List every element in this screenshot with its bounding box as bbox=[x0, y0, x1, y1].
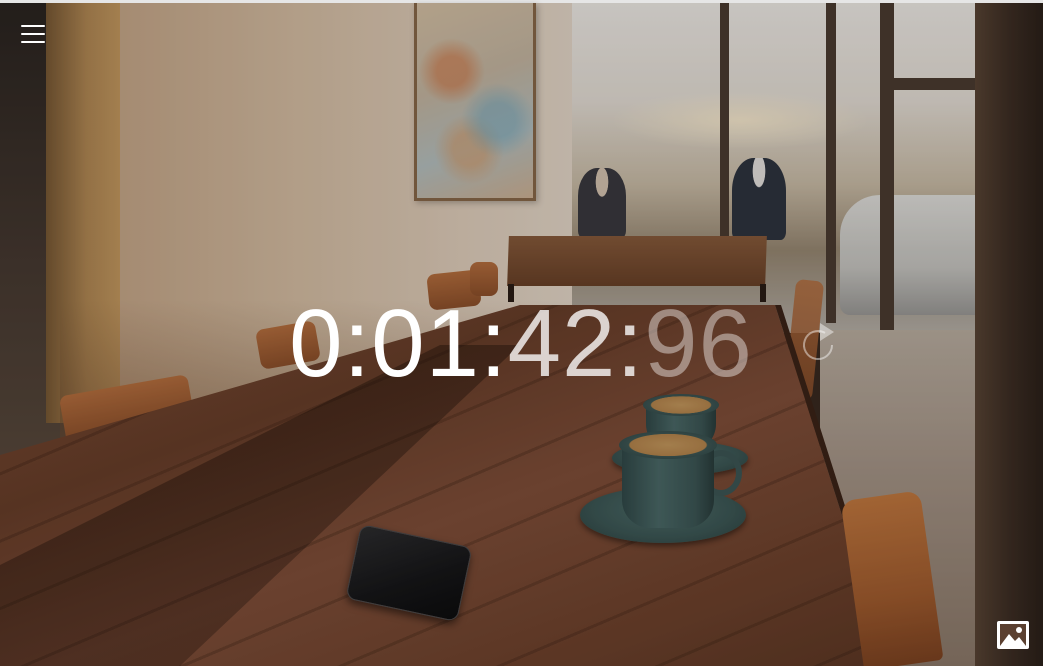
play-button[interactable] bbox=[814, 320, 838, 344]
stopwatch-app: 0:01:42:96 bbox=[0, 0, 1043, 666]
change-background-button[interactable] bbox=[996, 620, 1030, 650]
centiseconds: 96 bbox=[644, 290, 753, 397]
minutes: 01 bbox=[371, 290, 480, 397]
image-icon bbox=[997, 621, 1029, 649]
hours: 0 bbox=[289, 290, 344, 397]
separator: : bbox=[343, 290, 372, 397]
seconds: 42 bbox=[507, 290, 617, 397]
play-icon bbox=[820, 323, 834, 341]
separator: : bbox=[479, 290, 508, 397]
separator: : bbox=[616, 290, 645, 397]
menu-button[interactable] bbox=[18, 22, 48, 46]
stopwatch-display: 0:01:42:96 bbox=[0, 292, 1043, 396]
elapsed-time: 0:01:42:96 bbox=[289, 292, 753, 396]
